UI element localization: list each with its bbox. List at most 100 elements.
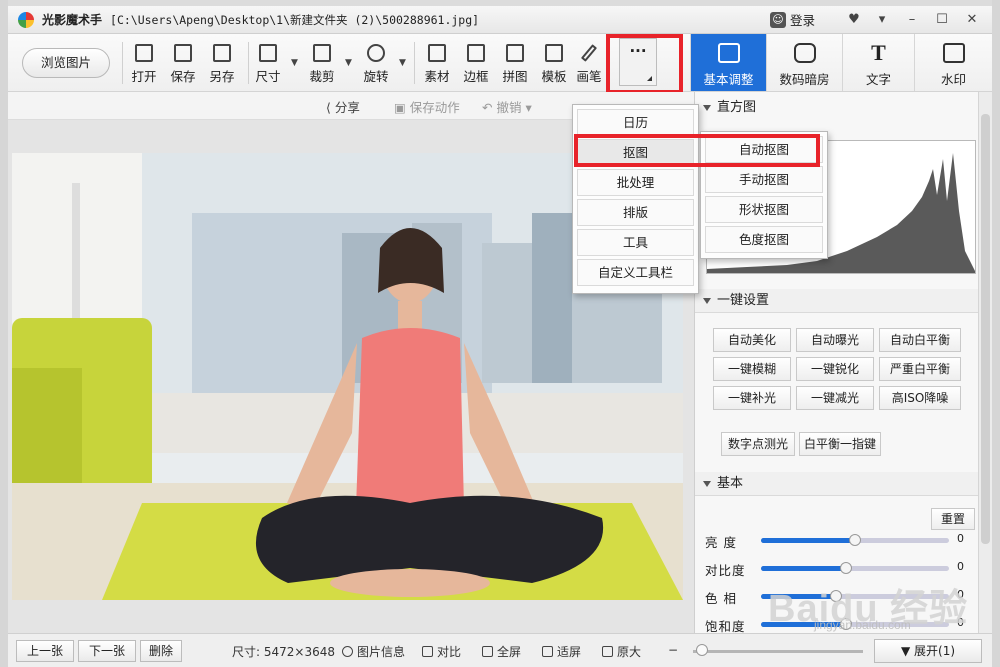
more-tools-menu: 日历 抠图 批处理 排版 工具 自定义工具栏 [572, 104, 699, 294]
resize-dropdown-icon[interactable]: ▼ [291, 58, 299, 68]
cutout-highlight [574, 134, 820, 167]
undo-button[interactable]: ↶ 撤销 ▾ [482, 97, 532, 116]
delete-button[interactable]: 删除 [140, 640, 182, 662]
contrast-value: 0 [957, 560, 964, 573]
brush-button[interactable]: 画笔 [573, 40, 605, 90]
menu-item-customize-toolbar[interactable]: 自定义工具栏 [577, 259, 694, 286]
scrollbar-thumb[interactable] [981, 114, 990, 544]
zoom-out-icon[interactable]: − [668, 643, 678, 657]
close-icon[interactable]: ✕ [962, 10, 982, 30]
preset-auto-exposure[interactable]: 自动曝光 [796, 328, 874, 352]
menu-item-chroma-cutout[interactable]: 色度抠图 [705, 226, 823, 253]
preset-spot-metering[interactable]: 数字点测光 [721, 432, 795, 456]
preset-severe-white-balance[interactable]: 严重白平衡 [879, 357, 961, 381]
crop-button[interactable]: 裁剪 [302, 40, 342, 90]
menu-dropdown-icon[interactable]: ▾ [872, 10, 892, 30]
zoom-slider-knob[interactable] [696, 644, 708, 656]
rotate-dropdown-icon[interactable]: ▼ [399, 58, 407, 68]
menu-item-tools[interactable]: 工具 [577, 229, 694, 256]
app-logo-icon [18, 11, 34, 28]
tab-text[interactable]: T 文字 [842, 34, 914, 91]
tab-darkroom[interactable]: 数码暗房 [766, 34, 842, 91]
title-bar: 光影魔术手 [C:\Users\Apeng\Desktop\1\新建文件夹 (2… [8, 6, 992, 34]
image-size: 尺寸: 5472×3648 [232, 645, 335, 659]
reset-button[interactable]: 重置 [931, 508, 975, 530]
slider-knob[interactable] [839, 562, 852, 574]
expand-filmstrip-button[interactable]: ▼ 展开(1) [874, 639, 982, 663]
browse-images-button[interactable]: 浏览图片 [22, 48, 110, 78]
preset-auto-beautify[interactable]: 自动美化 [713, 328, 791, 352]
crop-dropdown-icon[interactable]: ▼ [345, 58, 353, 68]
preset-high-iso-denoise[interactable]: 高ISO降噪 [879, 386, 961, 410]
open-button[interactable]: 打开 [124, 40, 164, 90]
save-button[interactable]: 保存 [163, 40, 203, 90]
basic-header[interactable]: 基本 [695, 472, 979, 496]
border-button[interactable]: 边框 [456, 40, 496, 90]
preset-sharpen[interactable]: 一键锐化 [796, 357, 874, 381]
preset-blur[interactable]: 一键模糊 [713, 357, 791, 381]
preset-auto-white-balance[interactable]: 自动白平衡 [879, 328, 961, 352]
next-image-button[interactable]: 下一张 [78, 640, 136, 662]
slider-fill [761, 538, 855, 543]
menu-item-calendar[interactable]: 日历 [577, 109, 694, 136]
fullscreen-button[interactable]: 全屏 [482, 643, 521, 660]
share-button[interactable]: ⟨ 分享 [326, 97, 360, 116]
preset-wb-one-click[interactable]: 白平衡一指键 [799, 432, 881, 456]
save-label: 保存 [170, 69, 196, 84]
minimize-icon[interactable]: – [902, 10, 922, 30]
collage-button[interactable]: 拼图 [495, 40, 535, 90]
rotate-icon [367, 44, 385, 62]
slider-track[interactable] [761, 562, 949, 574]
collapse-icon [703, 104, 711, 111]
open-label: 打开 [131, 69, 157, 84]
previous-image-button[interactable]: 上一张 [16, 640, 74, 662]
contrast-slider[interactable]: 对比度 0 [703, 558, 973, 578]
login-button[interactable]: ☺ 登录 [770, 10, 815, 29]
save-as-icon [213, 44, 231, 62]
actual-size-button[interactable]: 原大 [602, 643, 641, 660]
one-key-header[interactable]: 一键设置 [695, 289, 979, 313]
more-tools-button[interactable]: ··· [619, 38, 657, 86]
tab-watermark[interactable]: 水印 [914, 34, 992, 91]
menu-item-manual-cutout[interactable]: 手动抠图 [705, 166, 823, 193]
histogram-title: 直方图 [717, 100, 757, 115]
menu-item-batch[interactable]: 批处理 [577, 169, 694, 196]
panel-scrollbar[interactable] [978, 92, 992, 633]
histogram-header[interactable]: 直方图 [695, 96, 979, 120]
expand-label: 展开(1) [914, 644, 956, 658]
crop-icon [313, 44, 331, 62]
save-action-button[interactable]: ▣ 保存动作 [394, 97, 460, 116]
open-icon [135, 44, 153, 62]
template-button[interactable]: 模板 [534, 40, 574, 90]
image-info-button[interactable]: 图片信息 [342, 643, 405, 660]
zoom-slider-track[interactable] [693, 650, 863, 653]
preset-reduce-light[interactable]: 一键减光 [796, 386, 874, 410]
maximize-icon[interactable]: ☐ [932, 10, 952, 30]
preset-fill-light[interactable]: 一键补光 [713, 386, 791, 410]
compare-button[interactable]: 对比 [422, 643, 461, 660]
tab-text-label: 文字 [865, 72, 891, 87]
slider-knob[interactable] [849, 534, 861, 546]
menu-item-shape-cutout[interactable]: 形状抠图 [705, 196, 823, 223]
save-action-label: 保存动作 [409, 100, 460, 115]
fullscreen-label: 全屏 [497, 645, 522, 659]
fit-screen-button[interactable]: 适屏 [542, 643, 581, 660]
material-button[interactable]: 素材 [417, 40, 457, 90]
toolbar-divider [414, 42, 415, 84]
brush-icon [580, 44, 598, 62]
brightness-slider[interactable]: 亮度 0 [703, 530, 973, 550]
rotate-button[interactable]: 旋转 [356, 40, 396, 90]
menu-item-layout[interactable]: 排版 [577, 199, 694, 226]
image-info-label: 图片信息 [357, 645, 406, 659]
resize-button[interactable]: 尺寸 [248, 40, 288, 90]
collapse-icon [703, 297, 711, 304]
main-toolbar: 浏览图片 打开 保存 另存 尺寸 ▼ 裁剪 ▼ 旋转 ▼ 素材 边框 拼图 模板… [8, 34, 992, 94]
tab-basic-adjust[interactable]: 基本调整 [690, 34, 766, 91]
slider-track[interactable] [761, 534, 949, 546]
brightness-value: 0 [957, 532, 964, 545]
skin-icon[interactable]: ♥ [844, 10, 864, 30]
baidu-watermark-url: jingyan.baidu.com [814, 618, 911, 632]
text-icon: T [871, 40, 886, 65]
border-icon [467, 44, 485, 62]
save-as-button[interactable]: 另存 [202, 40, 242, 90]
